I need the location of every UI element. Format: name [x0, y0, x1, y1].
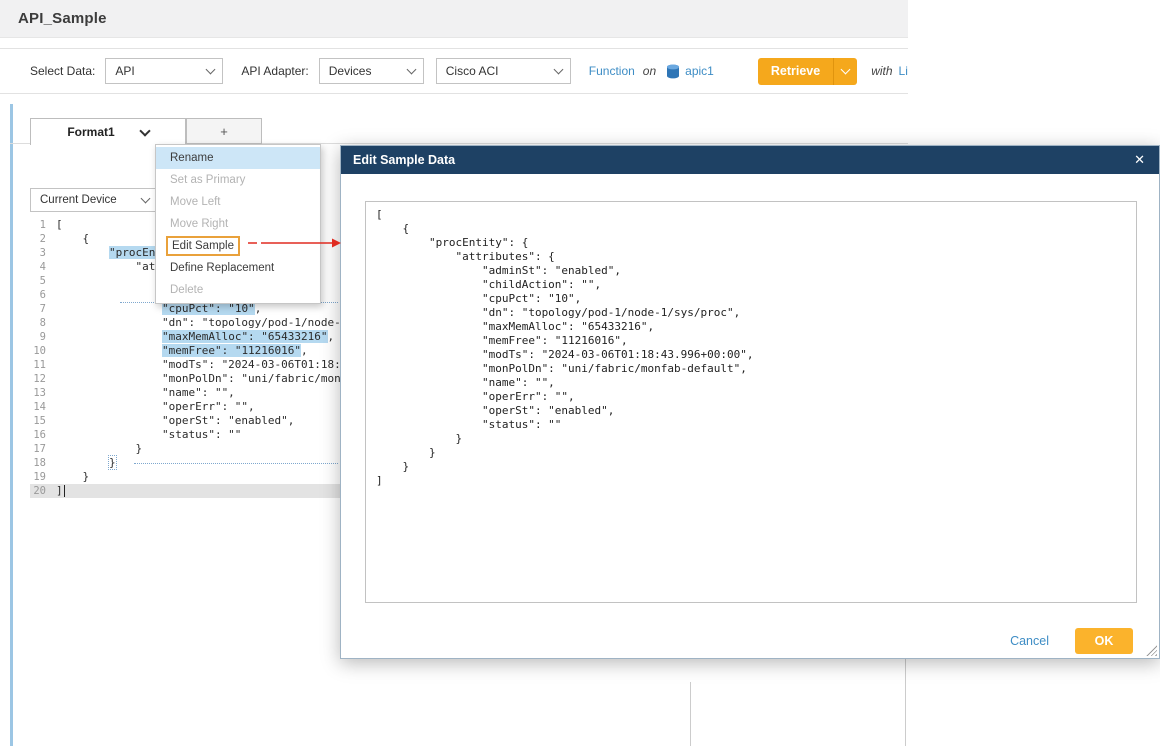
line-number: 14: [30, 400, 56, 414]
code-text: "maxMemAlloc": "65433216",: [56, 330, 334, 344]
api-adapter-value: Devices: [329, 64, 372, 78]
code-text: }: [56, 470, 89, 484]
code-text: "operSt": "enabled",: [56, 414, 294, 428]
resize-handle[interactable]: [1146, 645, 1157, 656]
menu-item-define-replacement[interactable]: Define Replacement: [156, 257, 320, 279]
modal-title: Edit Sample Data: [353, 153, 455, 167]
ok-button[interactable]: OK: [1075, 628, 1133, 654]
code-text: "status": "": [56, 428, 241, 442]
highlighted-token: "memFree": "11216016": [162, 344, 301, 357]
line-number: 9: [30, 330, 56, 344]
line-number: 6: [30, 288, 56, 302]
line-number: 20: [30, 484, 56, 498]
tab-context-menu: RenameSet as PrimaryMove LeftMove RightE…: [155, 144, 321, 304]
on-text: on: [643, 64, 656, 78]
line-number: 4: [30, 260, 56, 274]
edit-sample-annotation-box: Edit Sample: [166, 236, 240, 256]
edit-sample-modal: Edit Sample Data ✕ [ { "procEntity": { "…: [340, 145, 1160, 659]
code-text: [: [56, 218, 63, 232]
live-data-link[interactable]: Live Data: [899, 64, 908, 78]
menu-item-delete: Delete: [156, 279, 320, 301]
chevron-down-icon: [406, 65, 416, 75]
toolbar: Select Data: API API Adapter: Devices Ci…: [0, 48, 908, 94]
line-number: 10: [30, 344, 56, 358]
code-text: "operErr": "",: [56, 400, 255, 414]
plus-icon: +: [220, 124, 228, 139]
bg-divider-2: [905, 657, 906, 746]
with-text: with: [871, 64, 892, 78]
text-cursor: [64, 485, 65, 497]
line-number: 19: [30, 470, 56, 484]
device-link[interactable]: apic1: [685, 64, 714, 78]
retrieve-dropdown-toggle[interactable]: [833, 58, 857, 85]
code-text: {: [56, 232, 89, 246]
function-link[interactable]: Function: [589, 64, 635, 78]
close-icon[interactable]: ✕: [1132, 146, 1147, 174]
line-number: 18: [30, 456, 56, 470]
line-number: 13: [30, 386, 56, 400]
database-icon: [666, 64, 680, 79]
page-header: API_Sample: [0, 0, 908, 38]
bracket-guide-bottom: [134, 463, 338, 464]
api-sample-screen: API_Sample Select Data: API API Adapter:…: [0, 0, 1160, 746]
menu-item-set-as-primary: Set as Primary: [156, 169, 320, 191]
select-data-value: API: [115, 64, 134, 78]
line-number: 8: [30, 316, 56, 330]
cancel-button[interactable]: Cancel: [1010, 634, 1049, 648]
code-text: }: [56, 442, 142, 456]
device-selector-value: Current Device: [40, 194, 117, 206]
code-text: "cpuPct": "10",: [56, 302, 261, 316]
retrieve-label[interactable]: Retrieve: [758, 58, 833, 85]
modal-header[interactable]: Edit Sample Data ✕: [341, 146, 1159, 174]
sample-data-textarea[interactable]: [ { "procEntity": { "attributes": { "adm…: [365, 201, 1137, 603]
line-number: 16: [30, 428, 56, 442]
line-number: 1: [30, 218, 56, 232]
chevron-down-icon: [841, 65, 851, 75]
menu-item-move-left: Move Left: [156, 191, 320, 213]
line-number: 5: [30, 274, 56, 288]
line-number: 12: [30, 372, 56, 386]
line-number: 11: [30, 358, 56, 372]
code-text: ]: [56, 484, 65, 498]
line-number: 2: [30, 232, 56, 246]
line-number: 3: [30, 246, 56, 260]
bg-divider-1: [690, 682, 691, 746]
modal-footer: Cancel OK: [1010, 628, 1133, 654]
adapter-type-value: Cisco ACI: [446, 64, 499, 78]
tab-format1-label: Format1: [67, 125, 114, 139]
code-text: }: [56, 456, 116, 470]
select-data-label: Select Data:: [30, 64, 95, 78]
line-number: 7: [30, 302, 56, 316]
matched-bracket: }: [108, 455, 117, 470]
chevron-down-icon: [206, 65, 216, 75]
line-number: 15: [30, 414, 56, 428]
chevron-down-icon: [141, 194, 151, 204]
chevron-down-icon[interactable]: [139, 125, 150, 136]
tab-format1[interactable]: Format1: [30, 118, 186, 145]
api-adapter-label: API Adapter:: [241, 64, 308, 78]
highlighted-token: "maxMemAlloc": "65433216": [162, 330, 328, 343]
chevron-down-icon: [553, 65, 563, 75]
code-text: "memFree": "11216016",: [56, 344, 308, 358]
page-title: API_Sample: [18, 10, 107, 27]
adapter-type-dropdown[interactable]: Cisco ACI: [436, 58, 571, 84]
menu-item-move-right: Move Right: [156, 213, 320, 235]
api-adapter-dropdown[interactable]: Devices: [319, 58, 424, 84]
menu-item-rename[interactable]: Rename: [156, 147, 320, 169]
left-accent-bar: [10, 104, 13, 746]
add-format-tab[interactable]: +: [186, 118, 262, 144]
line-number: 17: [30, 442, 56, 456]
select-data-dropdown[interactable]: API: [105, 58, 223, 84]
retrieve-button[interactable]: Retrieve: [758, 58, 857, 85]
code-text: "name": "",: [56, 386, 235, 400]
red-arrow-annotation: [246, 235, 342, 251]
device-selector-dropdown[interactable]: Current Device: [30, 188, 158, 212]
